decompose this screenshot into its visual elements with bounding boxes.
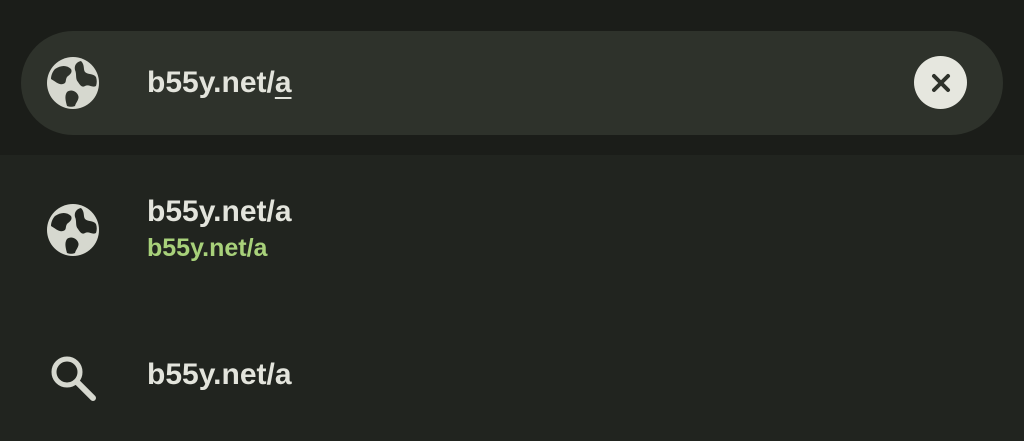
suggestion-url[interactable]: b55y.net/a b55y.net/a [0,180,1024,280]
url-field[interactable]: b55y.net/a [21,31,1003,135]
clear-button[interactable] [914,56,967,109]
search-icon [47,352,99,404]
globe-icon [45,202,101,258]
globe-icon [45,55,101,111]
close-icon [931,73,950,92]
url-input[interactable]: b55y.net/a [147,65,292,101]
suggestion-search[interactable]: b55y.net/a [0,330,1024,420]
url-typed-text: b55y.net/ [147,66,275,99]
suggestion-title: b55y.net/a [147,358,292,391]
url-cursor-char: a [274,66,292,99]
suggestion-title: b55y.net/a [147,195,292,228]
suggestion-url-text: b55y.net/a [147,234,268,262]
top-bar: b55y.net/a [0,0,1024,155]
